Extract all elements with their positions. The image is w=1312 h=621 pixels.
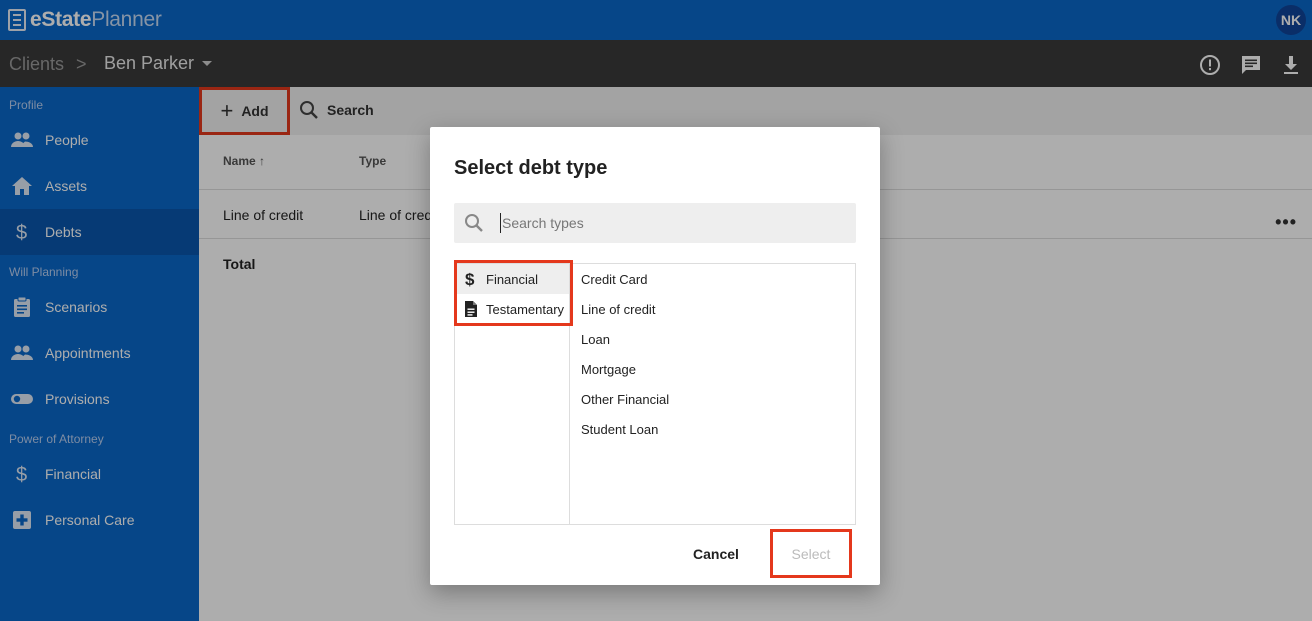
type-picker: $ Financial Testamentary Credit Card Lin… xyxy=(454,263,856,525)
svg-text:$: $ xyxy=(465,270,475,288)
type-search-box xyxy=(454,203,856,243)
select-debt-type-dialog: Select debt type $ Financial Testamentar… xyxy=(430,127,880,585)
type-option-credit-card[interactable]: Credit Card xyxy=(581,272,647,287)
type-option-line-of-credit[interactable]: Line of credit xyxy=(581,302,655,317)
select-button[interactable]: Select xyxy=(770,529,852,578)
type-option-loan[interactable]: Loan xyxy=(581,332,610,347)
cancel-button[interactable]: Cancel xyxy=(682,542,750,566)
category-label: Testamentary xyxy=(486,301,565,317)
document-icon xyxy=(463,300,479,318)
category-testamentary[interactable]: Testamentary xyxy=(455,294,569,324)
type-option-other-financial[interactable]: Other Financial xyxy=(581,392,669,407)
dollar-icon: $ xyxy=(463,270,479,288)
search-icon xyxy=(464,213,484,238)
category-financial[interactable]: $ Financial xyxy=(455,264,569,294)
type-option-mortgage[interactable]: Mortgage xyxy=(581,362,636,377)
dialog-title: Select debt type xyxy=(454,157,608,179)
category-list: $ Financial Testamentary xyxy=(455,264,570,524)
search-types-input[interactable] xyxy=(500,213,840,233)
category-label: Financial xyxy=(486,271,539,287)
type-option-student-loan[interactable]: Student Loan xyxy=(581,422,658,437)
